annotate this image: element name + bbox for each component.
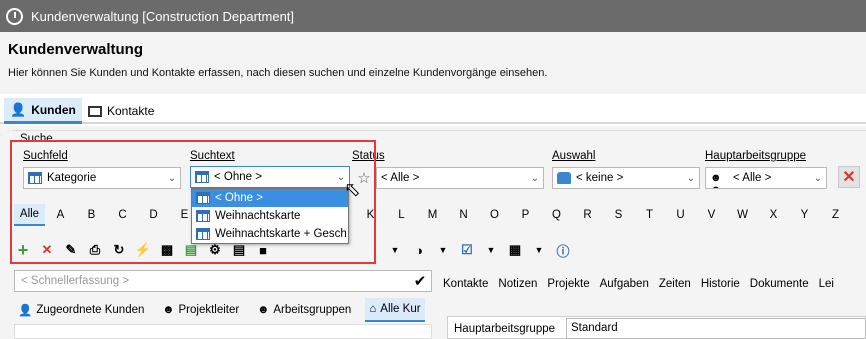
tab-detail-projekte[interactable]: Projekte (547, 278, 589, 290)
customer-subtabs: 👤 Zugeordnete Kunden ☻ Projektleiter ☻ Arbe… (14, 298, 425, 322)
group-icon: ☻ (162, 304, 175, 316)
tab-kunden-label: Kunden (31, 102, 76, 117)
tab-detail-lei[interactable]: Lei (819, 278, 834, 290)
chevron-down-icon: ⌄ (813, 172, 823, 184)
quick-entry-placeholder: < Schnellerfassung > (21, 275, 130, 287)
check-icon[interactable]: ✔ (410, 271, 430, 291)
chevron-down-icon: ⌄ (530, 172, 540, 184)
person-icon: 👤 (18, 305, 33, 317)
letter-l[interactable]: L (386, 204, 417, 226)
letter-z[interactable]: Z (820, 204, 851, 226)
subtab-alle-kunden[interactable]: ⌂ Alle Kur (365, 298, 425, 322)
contact-card-icon (88, 105, 102, 117)
database-icon (557, 172, 571, 184)
tab-detail-kontakte[interactable]: Kontakte (443, 278, 488, 290)
detail-label: Hauptarbeitsgruppe (454, 323, 556, 335)
checklist-icon[interactable]: ☑ (458, 241, 476, 259)
subtab-zugeordnete-kunden[interactable]: 👤 Zugeordnete Kunden (14, 298, 148, 322)
tab-kunden[interactable]: 👤 Kunden (4, 98, 82, 124)
tab-detail-dokumente[interactable]: Dokumente (750, 278, 809, 290)
letter-x[interactable]: X (758, 204, 789, 226)
page-subtitle: Hier können Sie Kunden und Kontakte erfa… (8, 67, 548, 79)
chevron-down-icon[interactable]: ▼ (386, 241, 404, 259)
subtab-label: Arbeitsgruppen (273, 304, 352, 316)
hauptarbeitsgruppe-select[interactable]: ☻☻ < Alle > ⌄ (705, 167, 827, 189)
window-title: Kundenverwaltung [Construction Departmen… (31, 8, 295, 24)
currency-icon[interactable]: ◑ (410, 241, 428, 259)
chevron-down-icon[interactable]: ▼ (530, 241, 548, 259)
subtab-label: Zugeordnete Kunden (36, 304, 145, 316)
subtab-label: Projektleiter (178, 304, 240, 316)
letter-w[interactable]: W (727, 204, 758, 226)
clock-icon (6, 7, 23, 25)
letter-u[interactable]: U (665, 204, 696, 226)
letter-o[interactable]: O (479, 204, 510, 226)
tab-detail-aufgaben[interactable]: Aufgaben (600, 278, 649, 290)
tab-kontakte[interactable]: Kontakte (82, 98, 160, 124)
detail-tabs: Kontakte Notizen Projekte Aufgaben Zeite… (443, 278, 834, 290)
action-toolbar-right: ▼ ◑ ▼ ☑ ▼ ▦ ▼ ⓘ (386, 240, 572, 260)
subtab-projektleiter[interactable]: ☻ Projektleiter (158, 298, 243, 322)
letter-y[interactable]: Y (789, 204, 820, 226)
auswahl-select[interactable]: < keine > ⌄ (552, 167, 700, 189)
group-icon: ☻☻ (710, 172, 722, 188)
hauptarbeitsgruppe-field[interactable]: Standard (566, 318, 866, 339)
calculator-icon[interactable]: ▦ (506, 241, 524, 259)
auswahl-label: Auswahl (552, 150, 596, 162)
group-icon: ☻ (257, 304, 270, 316)
highlight-frame (10, 140, 376, 264)
letter-s[interactable]: S (603, 204, 634, 226)
tab-detail-notizen[interactable]: Notizen (498, 278, 537, 290)
letter-t[interactable]: T (634, 204, 665, 226)
clear-filter-button[interactable]: ✕ (838, 166, 860, 188)
quick-entry-input[interactable]: < Schnellerfassung > (14, 270, 432, 292)
chevron-down-icon[interactable]: ▼ (434, 241, 452, 259)
subtab-label: Alle Kur (380, 303, 421, 315)
person-icon: 👤 (10, 101, 27, 117)
auswahl-value: < keine > (576, 172, 624, 184)
tab-kontakte-label: Kontakte (107, 104, 155, 118)
status-value: < Alle > (381, 172, 420, 184)
subtab-arbeitsgruppen[interactable]: ☻ Arbeitsgruppen (253, 298, 355, 322)
chevron-down-icon[interactable]: ▼ (482, 241, 500, 259)
hauptarbeitsgruppe-value: < Alle > (733, 172, 772, 184)
letter-p[interactable]: P (510, 204, 541, 226)
tab-detail-historie[interactable]: Historie (701, 278, 740, 290)
letter-m[interactable]: M (417, 204, 448, 226)
home-icon: ⌂ (369, 303, 377, 315)
page-title: Kundenverwaltung (8, 41, 144, 58)
hauptarbeitsgruppe-label: Hauptarbeitsgruppe (705, 150, 807, 162)
tab-detail-zeiten[interactable]: Zeiten (659, 278, 691, 290)
help-icon[interactable]: ⓘ (554, 241, 572, 259)
window-titlebar: Kundenverwaltung [Construction Departmen… (0, 0, 866, 32)
customer-list[interactable] (14, 324, 432, 339)
status-select[interactable]: < Alle > ⌄ (376, 167, 544, 189)
letter-v[interactable]: V (696, 204, 727, 226)
letter-n[interactable]: N (448, 204, 479, 226)
letter-r[interactable]: R (572, 204, 603, 226)
letter-q[interactable]: Q (541, 204, 572, 226)
chevron-down-icon: ⌄ (686, 172, 696, 184)
